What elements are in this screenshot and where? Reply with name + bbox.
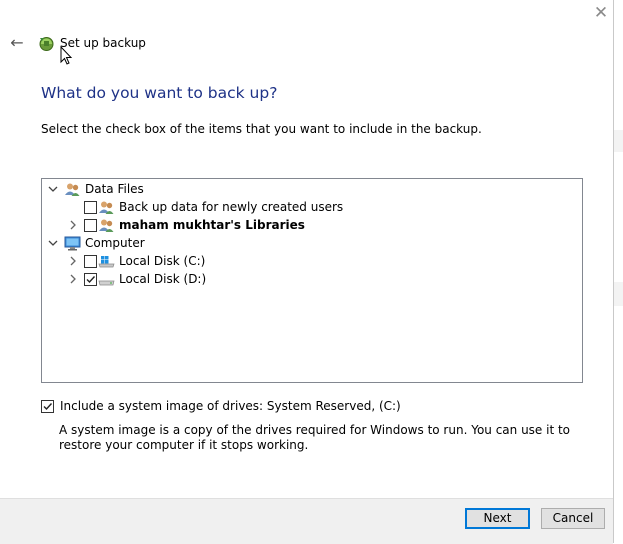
windows-drive-icon xyxy=(98,255,115,267)
chevron-down-icon[interactable] xyxy=(48,238,58,248)
system-image-option[interactable]: Include a system image of drives: System… xyxy=(41,399,401,413)
users-icon xyxy=(99,201,114,214)
disk-d-checkbox[interactable] xyxy=(84,272,97,286)
background-window-edge xyxy=(614,130,623,152)
tree-item-new-users[interactable]: Back up data for newly created users xyxy=(84,198,343,216)
backup-icon xyxy=(39,37,54,51)
system-image-checkbox[interactable] xyxy=(41,399,54,413)
instruction-text: Select the check box of the items that y… xyxy=(41,122,482,136)
tree-item-data-files[interactable]: Data Files xyxy=(48,180,144,198)
chevron-right-icon[interactable] xyxy=(68,256,78,266)
chevron-right-icon[interactable] xyxy=(68,220,78,230)
back-button[interactable]: ← xyxy=(7,33,27,53)
computer-icon xyxy=(64,236,81,250)
next-button[interactable]: Next xyxy=(465,508,530,529)
mouse-cursor-icon xyxy=(60,46,73,65)
system-image-description: A system image is a copy of the drives r… xyxy=(59,423,571,452)
tree-item-disk-d[interactable]: Local Disk (D:) xyxy=(68,270,206,288)
tree-item-label: Computer xyxy=(85,236,145,250)
disk-c-checkbox[interactable] xyxy=(84,254,97,268)
page-heading: What do you want to back up? xyxy=(41,84,278,102)
users-icon xyxy=(65,183,80,196)
new-users-checkbox[interactable] xyxy=(84,200,97,214)
tree-item-computer[interactable]: Computer xyxy=(48,234,145,252)
tree-item-libraries[interactable]: maham mukhtar's Libraries xyxy=(68,216,305,234)
system-image-label: Include a system image of drives: System… xyxy=(60,399,401,413)
close-button[interactable]: ✕ xyxy=(590,3,612,23)
chevron-down-icon[interactable] xyxy=(48,184,58,194)
tree-item-label: maham mukhtar's Libraries xyxy=(119,218,305,232)
tree-item-label: Local Disk (D:) xyxy=(119,272,207,286)
drive-icon xyxy=(98,280,115,285)
back-arrow-icon: ← xyxy=(10,33,24,52)
cancel-button[interactable]: Cancel xyxy=(541,508,605,529)
background-window-edge xyxy=(614,282,623,306)
libraries-checkbox[interactable] xyxy=(84,218,97,232)
chevron-right-icon[interactable] xyxy=(68,274,78,284)
tree-item-disk-c[interactable]: Local Disk (C:) xyxy=(68,252,205,270)
backup-items-tree[interactable]: Data Files Back up data for newly create… xyxy=(41,178,583,383)
user-icon xyxy=(99,219,114,232)
tree-item-label: Back up data for newly created users xyxy=(119,200,344,214)
tree-item-label: Data Files xyxy=(85,182,144,196)
close-icon: ✕ xyxy=(593,3,609,23)
tree-item-label: Local Disk (C:) xyxy=(119,254,206,268)
setup-backup-window: ✕ ← Set up backup What do you want to ba… xyxy=(0,0,614,544)
